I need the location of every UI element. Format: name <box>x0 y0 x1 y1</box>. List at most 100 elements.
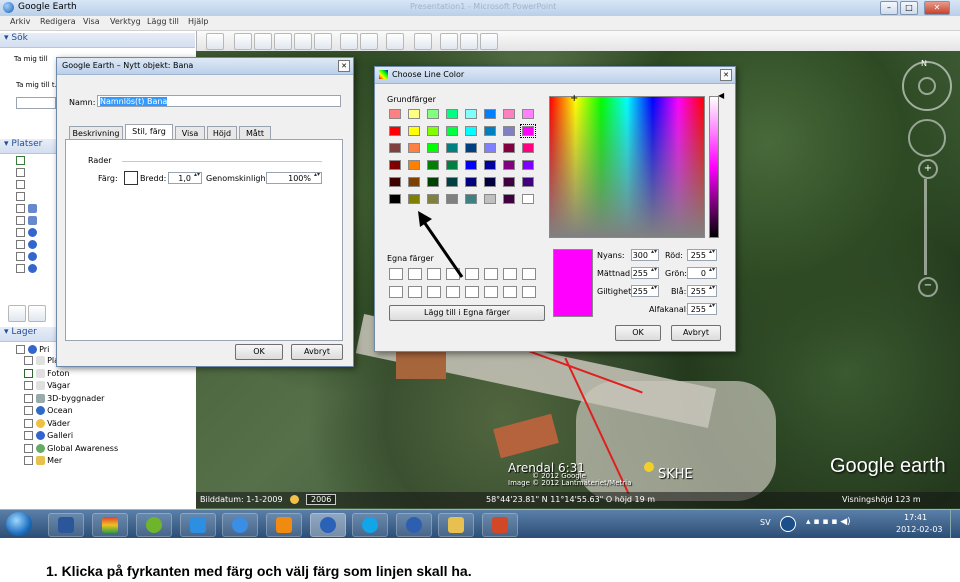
layer-item-3d-byggnader[interactable]: 3D-byggnader <box>24 393 194 407</box>
basic-color-swatch[interactable] <box>389 160 401 170</box>
checkbox[interactable] <box>16 180 25 189</box>
tree-row[interactable] <box>16 240 56 252</box>
taskbar-internet-explorer[interactable] <box>222 513 258 537</box>
basic-color-swatch[interactable] <box>503 194 515 204</box>
custom-color-slot[interactable] <box>522 286 536 298</box>
taskbar-google-earth[interactable] <box>310 513 346 537</box>
basic-color-swatch[interactable] <box>465 177 477 187</box>
basic-color-swatch[interactable] <box>389 109 401 119</box>
custom-color-slot[interactable] <box>427 286 441 298</box>
tab-stil-farg[interactable]: Stil, färg <box>125 124 173 140</box>
basic-color-swatch[interactable] <box>446 177 458 187</box>
layer-item-ocean[interactable]: Ocean <box>24 406 194 419</box>
basic-color-swatch[interactable] <box>465 143 477 153</box>
email-icon[interactable] <box>414 33 432 50</box>
add-to-custom-colors-button[interactable]: Lägg till i Egna färger <box>389 305 545 321</box>
color-spectrum[interactable]: + <box>549 93 705 238</box>
search-panel-header[interactable]: ▾ Sök <box>0 33 195 48</box>
basic-color-swatch[interactable] <box>522 109 534 119</box>
sidebar-toggle-icon[interactable] <box>206 33 224 50</box>
luminance-input[interactable]: 255 <box>631 284 659 297</box>
look-joystick-icon[interactable] <box>918 77 936 95</box>
basic-color-swatch[interactable] <box>484 143 496 153</box>
path-icon[interactable] <box>274 33 292 50</box>
alpha-input[interactable]: 255 <box>687 302 717 315</box>
blue-input[interactable]: 255 <box>687 284 717 297</box>
basic-color-swatch[interactable] <box>465 126 477 136</box>
custom-color-slot[interactable] <box>465 286 479 298</box>
checkbox[interactable] <box>16 240 25 249</box>
saturation-input[interactable]: 255 <box>631 266 659 279</box>
custom-color-slot[interactable] <box>503 268 517 280</box>
show-desktop-button[interactable] <box>950 510 960 538</box>
basic-color-swatch[interactable] <box>465 194 477 204</box>
basic-color-swatch[interactable] <box>389 177 401 187</box>
start-button[interactable] <box>6 512 32 536</box>
polygon-icon[interactable] <box>254 33 272 50</box>
checkbox[interactable] <box>24 356 33 365</box>
basic-color-swatch[interactable] <box>484 194 496 204</box>
overlay-icon[interactable] <box>294 33 312 50</box>
taskbar-explorer[interactable] <box>438 513 474 537</box>
basic-color-swatch[interactable] <box>389 143 401 153</box>
view-in-maps-icon[interactable] <box>480 33 498 50</box>
luminance-slider[interactable] <box>709 96 719 238</box>
custom-color-slot[interactable] <box>503 286 517 298</box>
tour-icon[interactable] <box>314 33 332 50</box>
custom-color-slot[interactable] <box>484 286 498 298</box>
checkbox[interactable] <box>24 456 33 465</box>
basic-color-swatch[interactable] <box>503 160 515 170</box>
compass-ring[interactable]: N <box>902 59 952 111</box>
clock-icon[interactable] <box>290 495 299 504</box>
cancel-button[interactable]: Avbryt <box>671 325 721 341</box>
tree-row[interactable] <box>16 156 56 168</box>
search-input[interactable] <box>16 97 56 109</box>
search-places-icon[interactable] <box>8 305 26 322</box>
checkbox[interactable] <box>24 443 33 453</box>
basic-color-swatch[interactable] <box>408 143 420 153</box>
hue-input[interactable]: 300 <box>631 248 659 261</box>
basic-color-swatch[interactable] <box>520 124 536 138</box>
tab-matt[interactable]: Mått <box>239 126 271 140</box>
tree-row[interactable] <box>16 192 56 204</box>
layer-item-vagar[interactable]: Vägar <box>24 381 194 394</box>
ok-button[interactable]: OK <box>615 325 661 341</box>
list-view-icon[interactable] <box>28 305 46 322</box>
placemark-icon[interactable] <box>234 33 252 50</box>
basic-color-swatch[interactable] <box>484 177 496 187</box>
basic-color-swatch[interactable] <box>427 194 439 204</box>
taskbar-powerpoint[interactable] <box>482 513 518 537</box>
basic-color-swatch[interactable] <box>389 126 401 136</box>
checkbox[interactable] <box>24 381 33 390</box>
basic-color-swatch[interactable] <box>522 194 534 204</box>
layer-item-galleri[interactable]: Galleri <box>24 431 194 444</box>
basic-color-swatch[interactable] <box>522 177 534 187</box>
basic-color-swatch[interactable] <box>503 126 515 136</box>
zoom-in-icon[interactable]: + <box>918 159 938 179</box>
ok-button[interactable]: OK <box>235 344 283 360</box>
basic-color-swatch[interactable] <box>408 126 420 136</box>
basic-color-swatch[interactable] <box>484 109 496 119</box>
close-icon[interactable]: ✕ <box>720 69 732 81</box>
help-icon[interactable] <box>780 516 796 532</box>
red-input[interactable]: 255 <box>687 248 717 261</box>
clock-time[interactable]: 17:41 <box>904 513 927 522</box>
taskbar-skype[interactable] <box>352 513 388 537</box>
basic-color-swatch[interactable] <box>446 160 458 170</box>
custom-color-slot[interactable] <box>408 286 422 298</box>
checkbox[interactable] <box>16 156 25 165</box>
checkbox[interactable] <box>16 252 25 261</box>
zoom-out-icon[interactable]: − <box>918 277 938 297</box>
tray-icons[interactable]: ▴ ▪ ▪ ▪ ◀) <box>806 517 851 527</box>
menu-verktyg[interactable]: Verktyg <box>110 17 141 26</box>
tree-row[interactable] <box>16 228 56 240</box>
zoom-slider[interactable] <box>924 179 927 275</box>
basic-color-swatch[interactable] <box>465 109 477 119</box>
checkbox[interactable] <box>16 345 25 354</box>
basic-color-swatch[interactable] <box>446 143 458 153</box>
basic-color-swatch[interactable] <box>408 177 420 187</box>
checkbox[interactable] <box>16 192 25 201</box>
basic-color-swatch[interactable] <box>446 194 458 204</box>
placemark-pushpin-icon[interactable] <box>644 462 654 472</box>
basic-color-swatch[interactable] <box>427 143 439 153</box>
